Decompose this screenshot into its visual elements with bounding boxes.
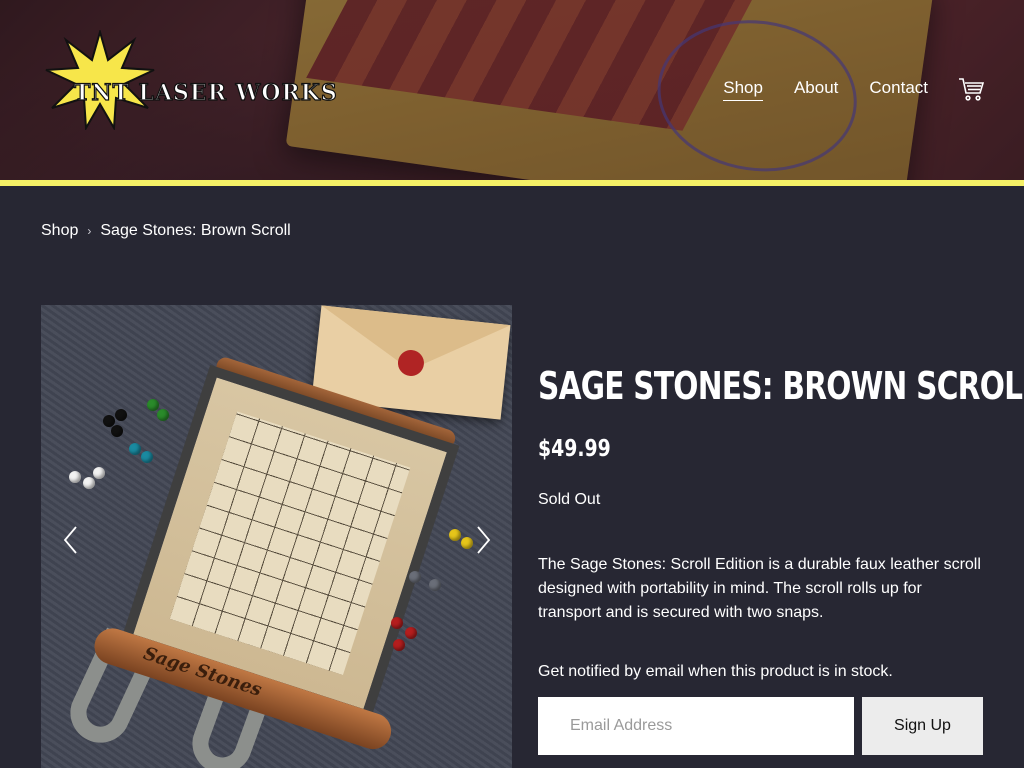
marble	[93, 467, 105, 479]
nav-contact[interactable]: Contact	[869, 78, 928, 100]
chevron-right-icon[interactable]	[473, 525, 493, 555]
die	[429, 579, 441, 591]
stock-status: Sold Out	[538, 491, 601, 508]
nav-about[interactable]: About	[794, 78, 838, 100]
sign-up-button[interactable]: Sign Up	[862, 697, 983, 755]
site-logo[interactable]: TNT LASER WORKS	[44, 30, 337, 130]
marble	[391, 617, 403, 629]
site-header: TNT LASER WORKS Shop About Contact	[0, 0, 1024, 180]
product-description: The Sage Stones: Scroll Edition is a dur…	[538, 556, 981, 621]
breadcrumb-shop-link[interactable]: Shop	[41, 222, 78, 240]
chevron-right-icon: ›	[87, 224, 92, 238]
email-field[interactable]	[538, 697, 854, 755]
nav-shop[interactable]: Shop	[723, 78, 763, 101]
product-price: $49.99	[538, 436, 611, 462]
restock-notice: Get notified by email when this product …	[538, 663, 893, 680]
die	[409, 571, 421, 583]
breadcrumb: Shop › Sage Stones: Brown Scroll	[41, 222, 291, 240]
header-accent-bar	[0, 180, 1024, 186]
logo-text: TNT LASER WORKS	[73, 79, 338, 106]
marble	[393, 639, 405, 651]
marble	[83, 477, 95, 489]
main-nav: Shop About Contact	[692, 76, 984, 102]
marble	[111, 425, 123, 437]
marble	[157, 409, 169, 421]
game-grid	[169, 411, 411, 676]
marble	[129, 443, 141, 455]
product-title: SAGE STONES: BROWN SCROLL	[538, 364, 1024, 408]
marble	[141, 451, 153, 463]
product-image-gallery[interactable]: Sage Stones	[41, 305, 512, 768]
marble	[147, 399, 159, 411]
shopping-cart-icon[interactable]	[958, 76, 984, 102]
marble	[115, 409, 127, 421]
marble	[405, 627, 417, 639]
chevron-left-icon[interactable]	[61, 525, 81, 555]
breadcrumb-current: Sage Stones: Brown Scroll	[100, 222, 291, 239]
marble	[461, 537, 473, 549]
marble	[69, 471, 81, 483]
marble	[449, 529, 461, 541]
